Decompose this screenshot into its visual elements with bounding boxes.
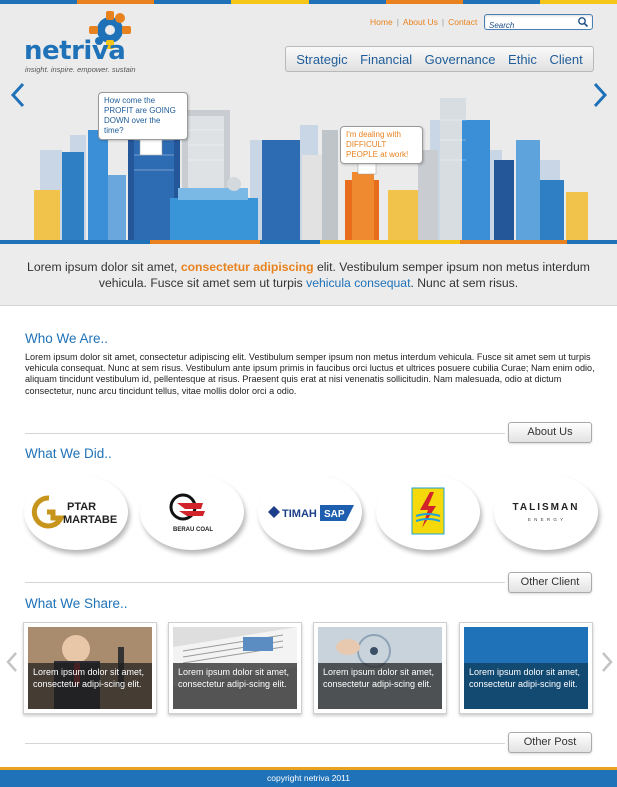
post-card[interactable]: Lorem ipsum dolor sit amet, consectetur …: [168, 622, 302, 714]
logo-tagline: insight. inspire. empower. sustain: [25, 65, 136, 74]
shared-posts: Lorem ipsum dolor sit amet, consectetur …: [0, 622, 617, 718]
speech-bubble-people: I'm dealing with DIFFICULT PEOPLE at wor…: [340, 126, 423, 164]
client-logo-talisman[interactable]: TALISMAN E N E R G Y: [494, 474, 598, 550]
contact-link[interactable]: Contact: [448, 17, 477, 27]
tagline-highlight-orange: consectetur adipiscing: [180, 259, 314, 274]
intro-tagline: Lorem ipsum dolor sit amet, consectetur …: [0, 244, 617, 306]
nav-financial[interactable]: Financial: [360, 52, 412, 67]
tagline-text: Lorem ipsum dolor sit amet, consectetur …: [20, 259, 597, 291]
nav-governance[interactable]: Governance: [425, 52, 496, 67]
pln-logo-icon: [411, 487, 445, 535]
client-name: SAP: [324, 509, 345, 520]
timah-logo-icon: TIMAH SAP: [268, 505, 354, 521]
what-we-share-heading: What We Share..: [25, 596, 128, 611]
link-separator: |: [441, 17, 445, 27]
post-image: Lorem ipsum dolor sit amet, consectetur …: [28, 627, 152, 709]
nav-ethic[interactable]: Ethic: [508, 52, 537, 67]
who-we-are-text: Lorem ipsum dolor sit amet, consectetur …: [25, 352, 595, 396]
site-header: netriva insight. inspire. empower. susta…: [0, 4, 617, 80]
client-logo-timah[interactable]: TIMAH SAP: [258, 474, 362, 550]
about-us-button[interactable]: About Us: [508, 422, 592, 443]
post-caption: Lorem ipsum dolor sit amet, consectetur …: [318, 663, 442, 709]
post-card[interactable]: Lorem ipsum dolor sit amet, consectetur …: [313, 622, 447, 714]
client-logo-berau-coal[interactable]: BERAU COAL: [140, 474, 244, 550]
post-caption: Lorem ipsum dolor sit amet, consectetur …: [28, 663, 152, 709]
netriva-logo[interactable]: netriva insight. inspire. empower. susta…: [24, 10, 144, 74]
hero-next-arrow[interactable]: [590, 80, 610, 110]
logo-wordmark: netriva: [24, 36, 126, 66]
nav-strategic[interactable]: Strategic: [296, 52, 347, 67]
client-name: TALISMAN: [513, 502, 580, 513]
home-link[interactable]: Home: [370, 17, 393, 27]
hero-banner: How come the PROFIT are GOING DOWN over …: [0, 80, 617, 240]
hero-prev-arrow[interactable]: [8, 80, 28, 110]
what-we-did-heading: What We Did..: [25, 446, 112, 461]
section-divider: [25, 433, 505, 434]
section-divider: [25, 582, 505, 583]
post-caption: Lorem ipsum dolor sit amet, consectetur …: [173, 663, 297, 709]
city-skyline-illustration: [34, 98, 588, 240]
post-image: Lorem ipsum dolor sit amet, consectetur …: [173, 627, 297, 709]
client-logo-pln[interactable]: [376, 474, 480, 550]
ptar-martabe-logo-icon: PTAR MARTABE: [31, 495, 117, 529]
post-image: Lorem ipsum dolor sit amet, consectetur …: [318, 627, 442, 709]
site-footer: copyright netriva 2011: [0, 767, 617, 787]
about-us-link[interactable]: About Us: [403, 17, 438, 27]
client-name: PTAR: [67, 501, 96, 513]
nav-client[interactable]: Client: [549, 52, 582, 67]
berau-coal-logo-icon: BERAU COAL: [169, 493, 213, 533]
talisman-logo-icon: TALISMAN E N E R G Y: [513, 502, 580, 522]
client-name: MARTABE: [63, 514, 117, 526]
client-logos: PTAR MARTABE BERAU COAL TIMAH SAP TALISM…: [20, 474, 600, 554]
who-we-are-heading: Who We Are..: [25, 331, 109, 346]
search-icon[interactable]: [577, 16, 589, 28]
speech-bubble-profit: How come the PROFIT are GOING DOWN over …: [98, 92, 188, 140]
search-box: [484, 14, 593, 33]
tagline-highlight-blue: vehicula consequat: [306, 275, 411, 290]
other-client-button[interactable]: Other Client: [508, 572, 592, 593]
link-separator: |: [396, 17, 399, 27]
tagline-part: Lorem ipsum dolor sit amet,: [27, 259, 181, 274]
client-name: E N E R G Y: [528, 517, 564, 522]
client-name: TIMAH: [282, 508, 317, 520]
search-input[interactable]: [485, 18, 571, 33]
post-caption: Lorem ipsum dolor sit amet, consectetur …: [464, 663, 588, 709]
post-image: Lorem ipsum dolor sit amet, consectetur …: [464, 627, 588, 709]
post-card[interactable]: Lorem ipsum dolor sit amet, consectetur …: [23, 622, 157, 714]
client-name: BERAU COAL: [173, 527, 213, 533]
main-nav: Strategic Financial Governance Ethic Cli…: [285, 46, 594, 72]
top-links: Home | About Us | Contact: [370, 17, 477, 27]
post-card[interactable]: Lorem ipsum dolor sit amet, consectetur …: [459, 622, 593, 714]
other-post-button[interactable]: Other Post: [508, 732, 592, 753]
copyright-text: copyright netriva 2011: [266, 773, 350, 783]
tagline-part: . Nunc at sem risus.: [410, 275, 519, 290]
client-logo-ptar-martabe[interactable]: PTAR MARTABE: [24, 474, 128, 550]
section-divider: [25, 743, 505, 744]
